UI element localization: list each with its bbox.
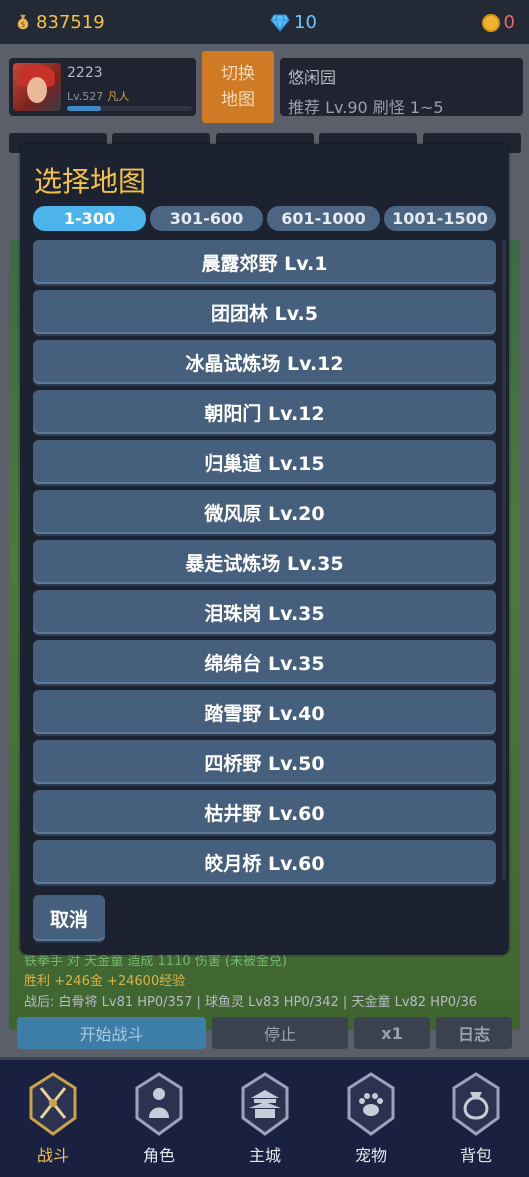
tab-range-1001-1500[interactable]: 1001-1500	[384, 206, 496, 231]
nav-backpack[interactable]: 背包	[441, 1072, 511, 1172]
gold-value: 837519	[36, 11, 105, 33]
battle-log-line: 战后: 白骨将 Lv81 HP0/357 | 球鱼灵 Lv83 HP0/342 …	[24, 995, 477, 1010]
current-map-panel: 悠闲园 推荐 Lv.90 刷怪 1~5	[280, 58, 523, 117]
map-list-scrollbar[interactable]	[502, 240, 506, 880]
speed-button[interactable]: x1	[354, 1017, 430, 1049]
nav-battle[interactable]: 战斗	[18, 1072, 88, 1172]
nav-label: 战斗	[36, 1146, 69, 1165]
xp-bar	[67, 106, 192, 111]
nav-label: 宠物	[354, 1146, 387, 1165]
nav-label: 主城	[248, 1146, 281, 1165]
battle-log-line: 胜利 +246金 +24600经验	[24, 974, 186, 989]
map-option[interactable]: 冰晶试炼场 Lv.12	[33, 340, 496, 384]
nav-label: 角色	[142, 1146, 175, 1165]
svg-text:$: $	[21, 20, 26, 29]
map-option[interactable]: 微风原 Lv.20	[33, 490, 496, 534]
coin-icon	[481, 13, 500, 32]
map-option[interactable]: 朝阳门 Lv.12	[33, 390, 496, 434]
tab-range-301-600[interactable]: 301-600	[150, 206, 263, 231]
player-card[interactable]: 2223 Lv.527 凡人	[9, 58, 196, 116]
map-option[interactable]: 枯井野 Lv.60	[33, 790, 496, 834]
character-icon	[135, 1072, 183, 1136]
player-name: 2223	[67, 65, 103, 81]
log-button[interactable]: 日志	[436, 1017, 512, 1049]
map-option[interactable]: 泪珠岗 Lv.35	[33, 590, 496, 634]
nav-character[interactable]: 角色	[124, 1072, 194, 1172]
coin-counter: 0	[481, 12, 515, 33]
gold-counter: $ 837519	[14, 12, 105, 33]
map-option[interactable]: 暴走试炼场 Lv.35	[33, 540, 496, 584]
map-option[interactable]: 踏雪野 Lv.40	[33, 690, 496, 734]
gem-value: 10	[294, 12, 317, 33]
map-option[interactable]: 四桥野 Lv.50	[33, 740, 496, 784]
bottom-nav: 战斗 角色 主城 宠物 背包	[0, 1057, 529, 1177]
dialog-title: 选择地图	[34, 165, 147, 198]
diamond-icon	[270, 14, 290, 32]
select-map-dialog: 选择地图 1-300 301-600 601-1000 1001-1500 晨露…	[20, 144, 509, 955]
stop-button[interactable]: 停止	[212, 1017, 348, 1049]
nav-label: 背包	[459, 1146, 492, 1165]
crossed-swords-icon	[29, 1072, 77, 1136]
nav-pet[interactable]: 宠物	[336, 1072, 406, 1172]
switch-map-label-2: 地图	[221, 90, 255, 110]
nav-main-city[interactable]: 主城	[230, 1072, 300, 1172]
player-rank: 凡人	[107, 90, 130, 103]
current-map-name: 悠闲园	[288, 68, 337, 87]
bag-icon	[452, 1072, 500, 1136]
switch-map-label-1: 切换	[221, 64, 255, 84]
tab-range-1-300[interactable]: 1-300	[33, 206, 146, 231]
cancel-button[interactable]: 取消	[33, 895, 105, 941]
resource-bar: $ 837519 10 0	[0, 0, 529, 44]
start-battle-button[interactable]: 开始战斗	[17, 1017, 206, 1049]
paw-icon	[347, 1072, 395, 1136]
map-option[interactable]: 归巢道 Lv.15	[33, 440, 496, 484]
coin-value: 0	[503, 12, 515, 33]
switch-map-button[interactable]: 切换 地图	[202, 51, 274, 123]
castle-icon	[241, 1072, 289, 1136]
map-option[interactable]: 绵绵台 Lv.35	[33, 640, 496, 684]
gem-counter: 10	[270, 12, 317, 33]
avatar	[13, 63, 61, 111]
map-option[interactable]: 皎月桥 Lv.60	[33, 840, 496, 884]
map-option[interactable]: 团团林 Lv.5	[33, 290, 496, 334]
money-bag-icon: $	[17, 14, 29, 30]
player-level: Lv.527 凡人	[67, 90, 130, 103]
map-list: 晨露郊野 Lv.1 团团林 Lv.5 冰晶试炼场 Lv.12 朝阳门 Lv.12…	[33, 240, 496, 890]
current-map-info: 推荐 Lv.90 刷怪 1~5	[288, 98, 444, 117]
tab-range-601-1000[interactable]: 601-1000	[267, 206, 380, 231]
map-option[interactable]: 晨露郊野 Lv.1	[33, 240, 496, 284]
xp-bar-fill	[67, 106, 101, 111]
